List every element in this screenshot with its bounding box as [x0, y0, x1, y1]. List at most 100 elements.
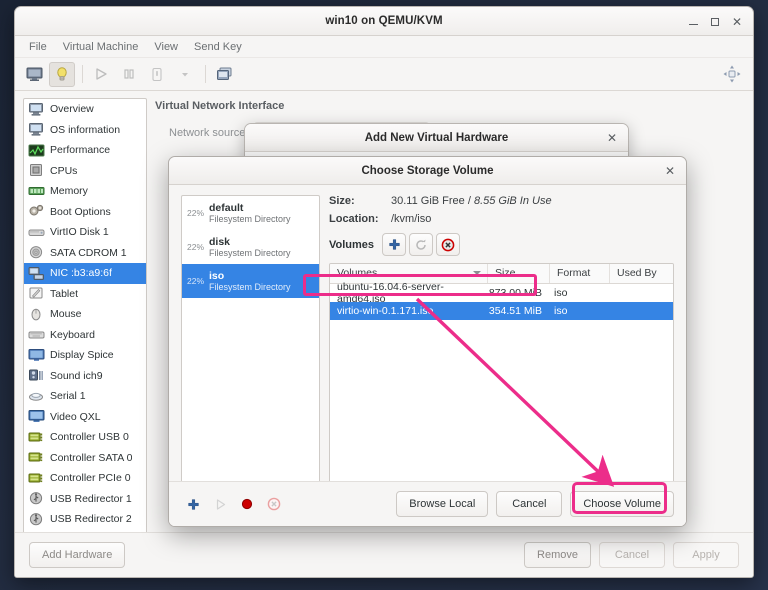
sidebar-item-label: Display Spice — [50, 349, 114, 362]
sidebar-item-label: OS information — [50, 123, 121, 136]
delete-pool-button[interactable] — [262, 493, 286, 516]
apply-button[interactable]: Apply — [673, 542, 739, 568]
volumes-table[interactable]: Volumes Size Format Used By ubuntu-16.04… — [329, 263, 674, 487]
run-play-icon[interactable] — [88, 62, 114, 87]
menu-virtual-machine[interactable]: Virtual Machine — [55, 39, 147, 55]
sidebar-item-controller-usb-0[interactable]: Controller USB 0 — [24, 427, 146, 448]
add-pool-button[interactable] — [181, 493, 205, 516]
sidebar-item-label: Sound ich9 — [50, 369, 103, 382]
volume-size-cell: 354.51 MiB — [488, 305, 542, 317]
storage-pool-item-default[interactable]: 22% default Filesystem Directory — [182, 196, 319, 230]
sidebar-item-label: USB Redirector 2 — [50, 513, 132, 526]
sidebar-item-controller-sata-0[interactable]: Controller SATA 0 — [24, 448, 146, 469]
sidebar-item-label: Overview — [50, 103, 94, 116]
menu-file[interactable]: File — [21, 39, 55, 55]
add-hardware-button[interactable]: Add Hardware — [29, 542, 126, 568]
storage-cancel-button[interactable]: Cancel — [496, 491, 563, 517]
video-icon — [28, 409, 45, 424]
cpu-icon — [28, 163, 45, 178]
maximize-button[interactable] — [704, 11, 726, 33]
storage-dialog-titlebar: Choose Storage Volume ✕ — [169, 157, 686, 185]
column-header-used-by[interactable]: Used By — [610, 264, 673, 283]
menu-send-key[interactable]: Send Key — [186, 39, 250, 55]
sidebar-item-keyboard[interactable]: Keyboard — [24, 325, 146, 346]
volumes-toolbar: Volumes — [329, 233, 674, 256]
sidebar-item-serial-1[interactable]: Serial 1 — [24, 386, 146, 407]
sidebar-item-overview[interactable]: Overview — [24, 99, 146, 120]
sidebar-item-nic-b3-a9-6f[interactable]: NIC :b3:a9:6f — [24, 263, 146, 284]
shutdown-icon[interactable] — [144, 62, 170, 87]
shutdown-dropdown-icon[interactable] — [172, 62, 198, 87]
sidebar-item-sata-cdrom-1[interactable]: SATA CDROM 1 — [24, 243, 146, 264]
controller-icon — [28, 450, 45, 465]
volumes-table-body[interactable]: ubuntu-16.04.6-server-amd64.iso 873.00 Mi… — [330, 281, 673, 320]
sidebar-item-label: CPUs — [50, 164, 78, 177]
pool-type: Filesystem Directory — [209, 247, 291, 258]
storage-dialog-body: 22% default Filesystem Directory 22% disk Fil… — [169, 185, 686, 526]
add-hw-title: Add New Virtual Hardware — [364, 131, 509, 144]
location-value: /kvm/iso — [391, 213, 432, 225]
add-hw-titlebar: Add New Virtual Hardware ✕ — [245, 124, 628, 152]
hardware-list[interactable]: Overview OS information Performance CPUs Mem… — [23, 98, 147, 545]
start-pool-button[interactable] — [208, 493, 232, 516]
sidebar-item-usb-redirector-2[interactable]: USB Redirector 2 — [24, 509, 146, 530]
remove-button[interactable]: Remove — [524, 542, 591, 568]
sidebar-item-cpus[interactable]: CPUs — [24, 161, 146, 182]
sidebar-item-label: Serial 1 — [50, 390, 86, 403]
snapshots-icon[interactable] — [211, 62, 237, 87]
refresh-volumes-button[interactable] — [409, 233, 434, 256]
fullscreen-icon[interactable] — [719, 62, 745, 87]
usb-icon — [28, 491, 45, 506]
details-lightbulb-icon[interactable] — [49, 61, 75, 87]
sidebar-item-label: Controller PCIe 0 — [50, 472, 131, 485]
sidebar-item-memory[interactable]: Memory — [24, 181, 146, 202]
display-icon — [28, 348, 45, 363]
sidebar-item-display-spice[interactable]: Display Spice — [24, 345, 146, 366]
sidebar-item-mouse[interactable]: Mouse — [24, 304, 146, 325]
delete-volume-button[interactable] — [436, 233, 461, 256]
window-title: win10 on QEMU/KVM — [325, 15, 443, 27]
storage-dialog-title: Choose Storage Volume — [361, 164, 494, 177]
size-label: Size: — [329, 195, 355, 207]
storage-pool-list[interactable]: 22% default Filesystem Directory 22% disk Fil… — [181, 195, 320, 495]
browse-local-button[interactable]: Browse Local — [396, 491, 489, 517]
console-view-icon[interactable] — [21, 62, 47, 87]
column-header-volumes[interactable]: Volumes — [330, 264, 488, 283]
stop-pool-button[interactable] — [235, 493, 259, 516]
network-source-label: Network source: — [169, 127, 249, 139]
window-footer: Add Hardware Remove Cancel Apply — [15, 532, 753, 577]
sidebar-item-label: USB Redirector 1 — [50, 492, 132, 505]
minimize-button[interactable] — [682, 11, 704, 33]
add-volume-button[interactable] — [382, 233, 407, 256]
sidebar-item-performance[interactable]: Performance — [24, 140, 146, 161]
close-button[interactable]: ✕ — [726, 11, 748, 33]
sidebar-item-usb-redirector-1[interactable]: USB Redirector 1 — [24, 489, 146, 510]
sidebar-item-sound-ich9[interactable]: Sound ich9 — [24, 366, 146, 387]
storage-pool-item-iso[interactable]: 22% iso Filesystem Directory — [182, 264, 319, 298]
column-header-format[interactable]: Format — [550, 264, 610, 283]
cancel-button[interactable]: Cancel — [599, 542, 665, 568]
pool-usage-percent: 22% — [187, 276, 205, 286]
menu-view[interactable]: View — [146, 39, 186, 55]
column-header-size[interactable]: Size — [488, 264, 550, 283]
sidebar-item-controller-pcie-0[interactable]: Controller PCIe 0 — [24, 468, 146, 489]
pause-icon[interactable] — [116, 62, 142, 87]
add-hw-close-icon[interactable]: ✕ — [604, 130, 620, 146]
volume-name-cell: ubuntu-16.04.6-server-amd64.iso — [337, 281, 444, 305]
cdrom-icon — [28, 245, 45, 260]
sidebar-item-tablet[interactable]: Tablet — [24, 284, 146, 305]
table-row[interactable]: virtio-win-0.1.171.iso 354.51 MiB iso — [330, 302, 673, 320]
size-row: Size: 30.11 GiB Free / 8.55 GiB In Use — [329, 195, 674, 207]
size-in-use: 8.55 GiB In Use — [473, 195, 552, 207]
sidebar-item-boot-options[interactable]: Boot Options — [24, 202, 146, 223]
table-row[interactable]: ubuntu-16.04.6-server-amd64.iso 873.00 Mi… — [330, 281, 673, 305]
storage-pool-item-disk[interactable]: 22% disk Filesystem Directory — [182, 230, 319, 264]
sidebar-item-virtio-disk-1[interactable]: VirtIO Disk 1 — [24, 222, 146, 243]
volumes-label: Volumes — [329, 238, 375, 251]
sidebar-item-video-qxl[interactable]: Video QXL — [24, 407, 146, 428]
sidebar-item-os-information[interactable]: OS information — [24, 120, 146, 141]
controller-icon — [28, 471, 45, 486]
network-icon — [28, 266, 45, 281]
choose-volume-button[interactable]: Choose Volume — [570, 491, 674, 517]
storage-dialog-close-icon[interactable]: ✕ — [662, 163, 678, 179]
